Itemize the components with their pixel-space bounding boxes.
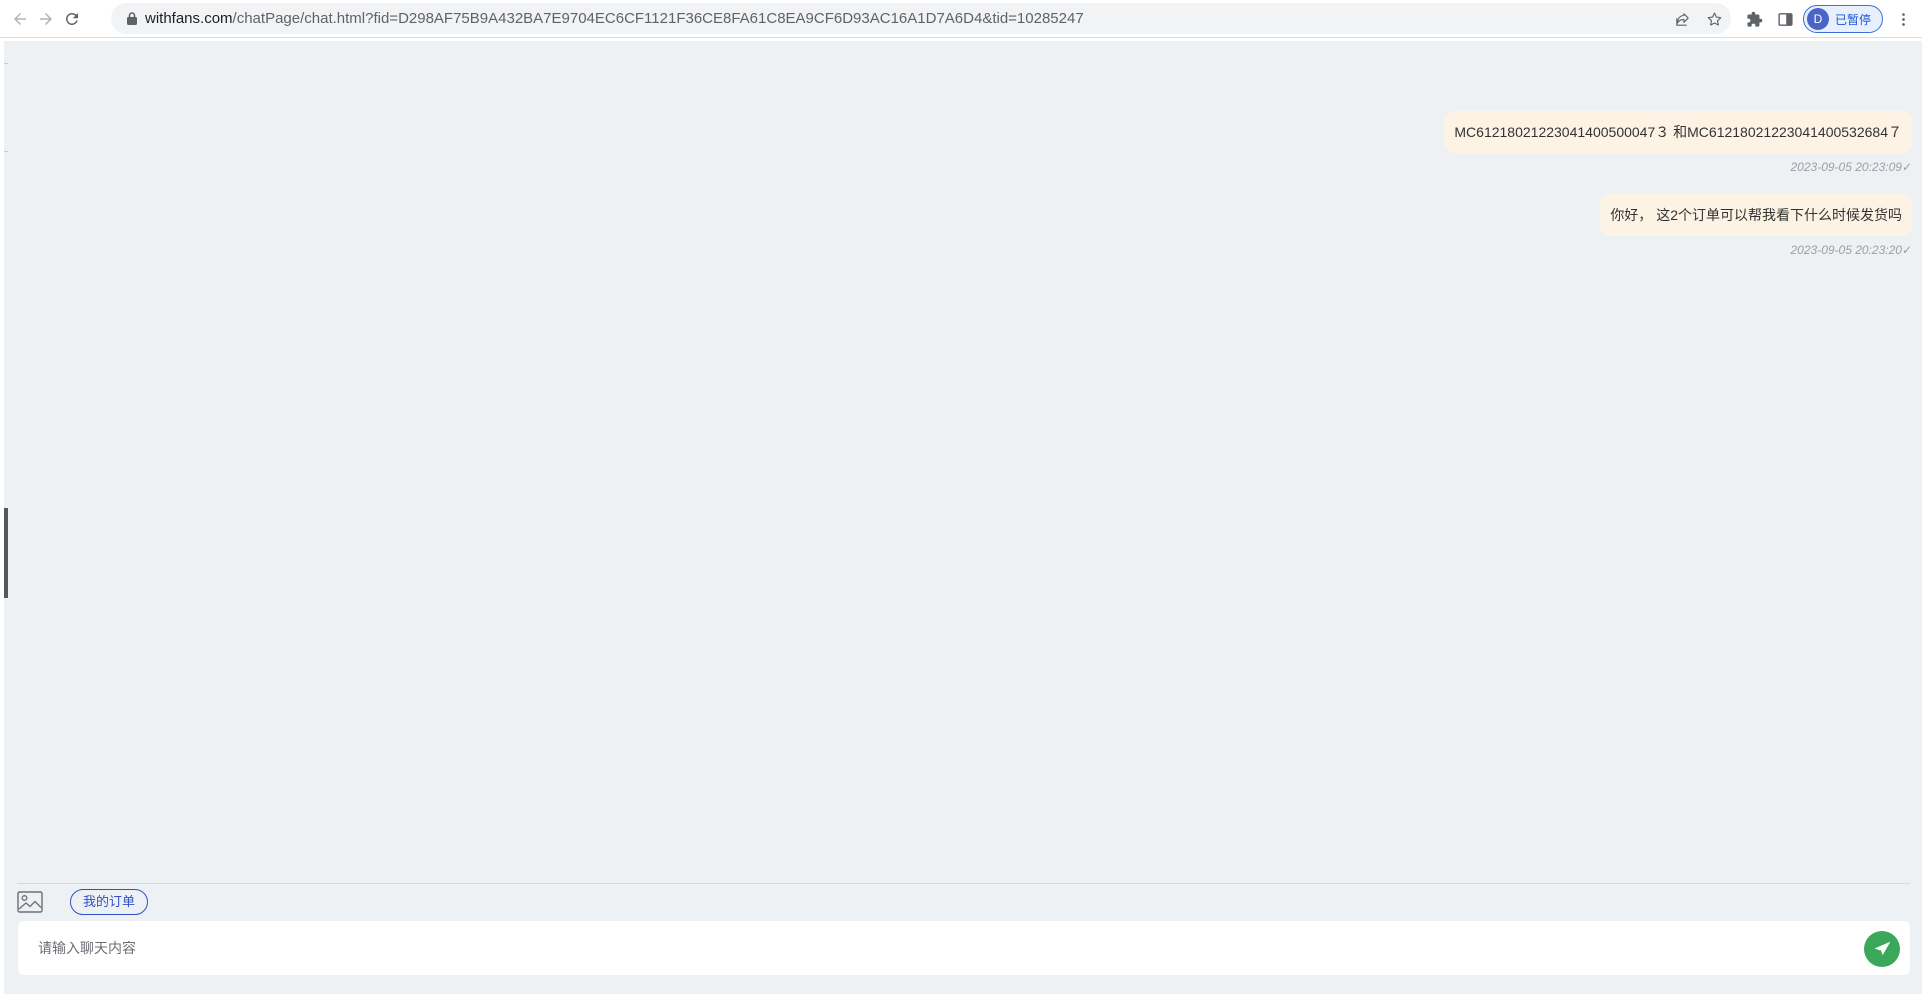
paper-plane-icon <box>1874 941 1890 956</box>
message-item: 你好， 这2个订单可以帮我看下什么时候发货吗 2023-09-05 20:23:… <box>1600 194 1912 257</box>
side-panel-button[interactable] <box>1773 7 1797 31</box>
my-orders-button[interactable]: 我的订单 <box>70 889 148 915</box>
url-path: /chatPage/chat.html?fid=D298AF75B9A432BA… <box>232 10 1084 27</box>
address-bar[interactable]: withfans.com/chatPage/chat.html?fid=D298… <box>111 3 1731 34</box>
arrow-left-icon <box>14 13 26 25</box>
url-host: withfans.com <box>145 10 233 27</box>
chat-input[interactable] <box>36 921 1836 975</box>
kebab-menu-icon <box>1901 12 1905 26</box>
reload-button[interactable] <box>60 7 84 31</box>
extensions-button[interactable] <box>1742 7 1766 31</box>
share-button[interactable] <box>1671 8 1693 30</box>
composer-divider <box>17 883 1910 884</box>
message-bubble: 你好， 这2个订单可以帮我看下什么时候发货吗 <box>1600 194 1912 236</box>
profile-status: 已暂停 <box>1835 12 1872 27</box>
message-time: 2023-09-05 20:23:09 <box>1790 160 1902 174</box>
message-bubble: MC61218021223041400500047３ 和MC6121802122… <box>1444 111 1912 153</box>
url-text: withfans.com/chatPage/chat.html?fid=D298… <box>145 3 1084 34</box>
forward-button[interactable] <box>34 7 58 31</box>
message-item: MC61218021223041400500047３ 和MC6121802122… <box>1444 111 1912 174</box>
image-icon[interactable] <box>17 891 43 913</box>
avatar: D <box>1807 8 1829 30</box>
star-icon <box>1707 12 1721 26</box>
arrow-right-icon <box>40 13 52 25</box>
profile-button[interactable]: D 已暂停 <box>1803 5 1883 33</box>
bookmark-button[interactable] <box>1703 8 1725 30</box>
browser-menu-button[interactable] <box>1891 7 1915 31</box>
back-button[interactable] <box>8 7 32 31</box>
message-time: 2023-09-05 20:23:20 <box>1790 243 1902 257</box>
side-panel-icon <box>1777 12 1793 26</box>
message-meta: 2023-09-05 20:23:09✓ <box>1444 160 1913 174</box>
share-icon <box>1675 12 1689 26</box>
message-meta: 2023-09-05 20:23:20✓ <box>1600 243 1913 257</box>
check-icon: ✓ <box>1901 160 1912 174</box>
chat-input-box <box>18 921 1910 975</box>
send-button[interactable] <box>1864 931 1900 967</box>
chat-page: MC61218021223041400500047３ 和MC6121802122… <box>4 41 1922 994</box>
check-icon: ✓ <box>1901 243 1912 257</box>
browser-toolbar: withfans.com/chatPage/chat.html?fid=D298… <box>0 0 1922 38</box>
lock-icon <box>127 12 137 25</box>
reload-icon <box>65 12 78 25</box>
message-list: MC61218021223041400500047３ 和MC6121802122… <box>4 41 1922 881</box>
puzzle-icon <box>1746 11 1762 27</box>
